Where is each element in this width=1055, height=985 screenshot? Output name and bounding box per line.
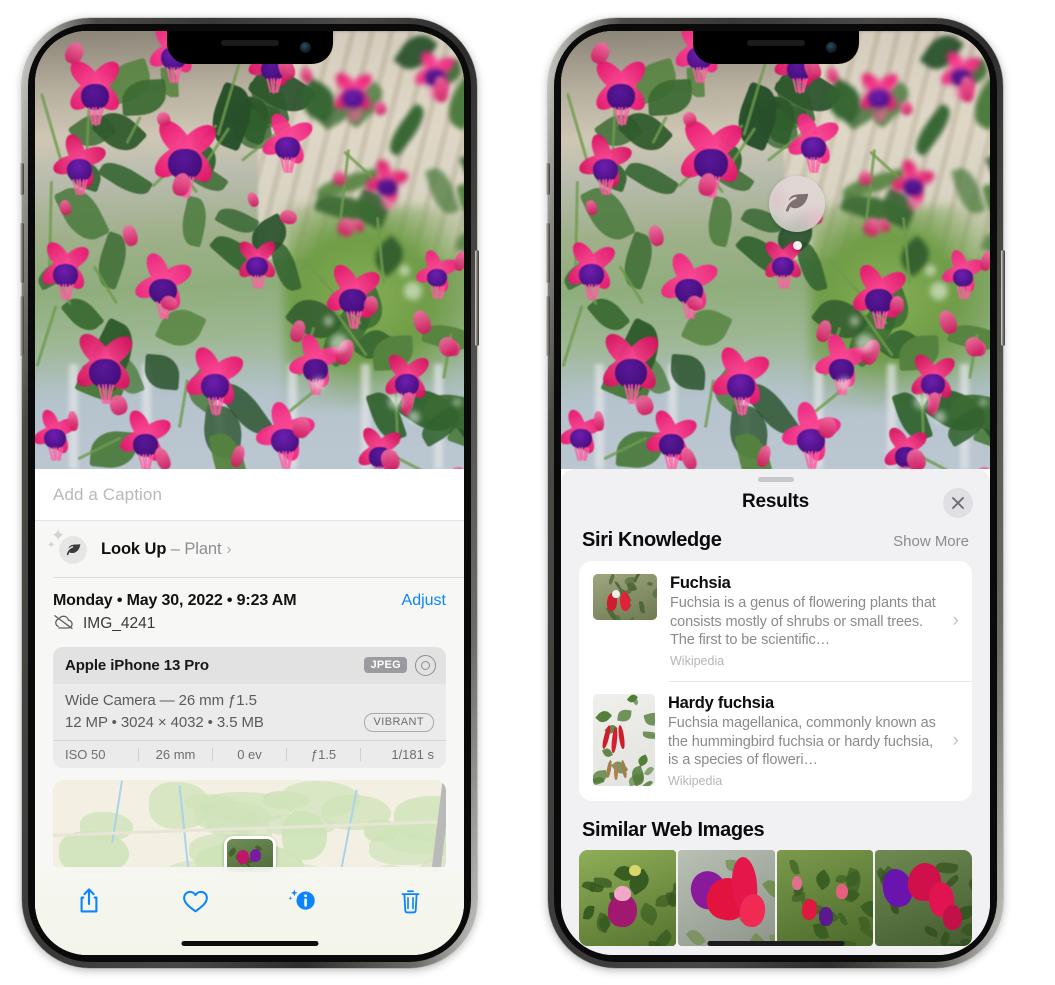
front-camera-right — [825, 42, 837, 53]
exif-stat-iso: ISO 50 — [65, 746, 106, 762]
power-button-left[interactable] — [475, 250, 479, 346]
earpiece-speaker-right — [746, 40, 805, 46]
iphone-right-visual-lookup: Results Siri Knowledge Show More Fuchsia… — [546, 18, 1005, 968]
exif-stat-focal: 26 mm — [155, 746, 196, 762]
exif-body: Wide Camera — 26 mm ƒ1.5 12 MP • 3024 × … — [53, 684, 446, 740]
specs-row: 12 MP • 3024 × 4032 • 3.5 MB VIBRANT — [65, 712, 434, 732]
home-indicator-left[interactable] — [181, 941, 318, 946]
share-button[interactable] — [62, 881, 116, 921]
look-up-icon-group: ✦ ✦ — [47, 527, 93, 566]
photo-viewer[interactable] — [35, 31, 464, 469]
fuchsia-thumbnail — [593, 574, 657, 620]
favorite-button[interactable] — [169, 881, 223, 921]
lens-info: Wide Camera — 26 mm ƒ1.5 — [65, 691, 257, 709]
web-image-4[interactable] — [875, 849, 972, 946]
screen-right: Results Siri Knowledge Show More Fuchsia… — [561, 31, 990, 955]
look-up-subject: Plant — [184, 539, 222, 558]
power-button-right[interactable] — [1001, 250, 1005, 346]
exif-stats-row: ISO 50 26 mm 0 ev ƒ1.5 1/181 s — [53, 739, 446, 768]
screen-left: Add a Caption ✦ ✦ Look Up – Plant › Mond… — [35, 31, 464, 955]
leaf-icon[interactable] — [769, 176, 825, 232]
format-badge: JPEG — [364, 657, 407, 673]
photo-viewer-lookup[interactable] — [561, 31, 990, 469]
knowledge-card-description: Fuchsia magellanica, commonly known as t… — [668, 715, 936, 768]
photo-filename: IMG_4241 — [83, 615, 156, 632]
iphone-left-photos-info: Add a Caption ✦ ✦ Look Up – Plant › Mond… — [20, 18, 479, 968]
earpiece-speaker-left — [220, 40, 279, 46]
exif-header: Apple iPhone 13 Pro JPEG — [53, 646, 446, 684]
date-time-row: Monday • May 30, 2022 • 9:23 AM Adjust — [35, 578, 464, 614]
front-camera-left — [299, 42, 311, 53]
info-button[interactable] — [276, 881, 330, 921]
chevron-right-icon: › — [952, 609, 959, 631]
volume-up-button-right[interactable] — [546, 223, 550, 283]
similar-web-images-strip[interactable] — [561, 849, 990, 946]
cloud-slash-icon — [53, 614, 74, 635]
similar-web-images-header: Similar Web Images — [561, 801, 990, 850]
photo-info-sheet: Add a Caption ✦ ✦ Look Up – Plant › Mond… — [35, 469, 464, 955]
look-up-title: Look Up — [101, 539, 167, 558]
show-more-button[interactable]: Show More — [893, 533, 969, 550]
notch-right — [692, 31, 859, 64]
aperture-icon — [415, 654, 436, 676]
exif-stat-shutter: 1/181 s — [391, 746, 434, 762]
caption-placeholder: Add a Caption — [53, 484, 163, 504]
caption-field-row[interactable]: Add a Caption — [35, 469, 464, 521]
volume-down-button-left[interactable] — [20, 296, 24, 356]
mute-switch-left[interactable] — [20, 163, 24, 195]
exif-header-right: JPEG — [364, 654, 436, 676]
camera-model: Apple iPhone 13 Pro — [65, 656, 209, 674]
location-map-preview[interactable] — [53, 779, 446, 872]
photographic-style-badge: VIBRANT — [363, 712, 434, 732]
knowledge-card-source: Wikipedia — [670, 653, 725, 668]
sparkle-icon-small: ✦ — [47, 540, 56, 551]
volume-up-button-left[interactable] — [20, 223, 24, 283]
knowledge-card-description: Fuchsia is a genus of flowering plants t… — [670, 595, 936, 648]
knowledge-card-body: Fuchsia Fuchsia is a genus of flowering … — [657, 574, 960, 668]
section-title-siri-knowledge: Siri Knowledge — [582, 529, 722, 551]
mute-switch-right[interactable] — [546, 163, 550, 195]
screenshot-stage: Add a Caption ✦ ✦ Look Up – Plant › Mond… — [0, 0, 1055, 985]
delete-button[interactable] — [383, 881, 437, 921]
lookup-anchor-dot — [793, 241, 802, 250]
exif-stat-ev: 0 ev — [237, 746, 262, 762]
knowledge-card-title: Fuchsia — [670, 574, 731, 592]
results-header: Results — [561, 469, 990, 527]
filename-row: IMG_4241 — [35, 614, 464, 647]
chevron-right-icon: › — [952, 729, 959, 751]
image-specs: 12 MP • 3024 × 4032 • 3.5 MB — [65, 713, 264, 731]
notch-left — [166, 31, 333, 64]
knowledge-card-source: Wikipedia — [668, 773, 723, 788]
siri-knowledge-header: Siri Knowledge Show More — [561, 527, 990, 561]
home-indicator-right[interactable] — [707, 941, 844, 946]
web-image-3[interactable] — [776, 849, 874, 946]
close-icon[interactable] — [943, 488, 973, 518]
exif-card[interactable]: Apple iPhone 13 Pro JPEG Wide Camera — 2… — [53, 646, 446, 768]
chevron-right-icon: › — [226, 540, 232, 558]
adjust-button[interactable]: Adjust — [402, 592, 446, 610]
look-up-dash: – — [166, 539, 185, 558]
web-image-2[interactable] — [677, 849, 775, 946]
hardy-fuchsia-thumbnail — [593, 694, 655, 786]
section-title-similar-web-images: Similar Web Images — [582, 818, 765, 841]
leaf-icon — [59, 536, 87, 564]
look-up-row[interactable]: ✦ ✦ Look Up – Plant › — [35, 521, 464, 577]
photo-datetime: Monday • May 30, 2022 • 9:23 AM — [53, 591, 297, 609]
knowledge-card-title: Hardy fuchsia — [668, 694, 774, 712]
list-item[interactable]: Hardy fuchsia Fuchsia magellanica, commo… — [579, 681, 972, 801]
look-up-label: Look Up – Plant — [101, 539, 222, 559]
knowledge-card-body: Hardy fuchsia Fuchsia magellanica, commo… — [655, 694, 960, 788]
web-image-1[interactable] — [579, 849, 676, 946]
results-panel: Results Siri Knowledge Show More Fuchsia… — [561, 469, 990, 955]
list-item[interactable]: Fuchsia Fuchsia is a genus of flowering … — [579, 561, 972, 681]
exif-stat-aperture: ƒ1.5 — [310, 746, 337, 762]
volume-down-button-right[interactable] — [546, 296, 550, 356]
knowledge-card-group: Fuchsia Fuchsia is a genus of flowering … — [579, 561, 972, 801]
results-title: Results — [742, 491, 809, 512]
